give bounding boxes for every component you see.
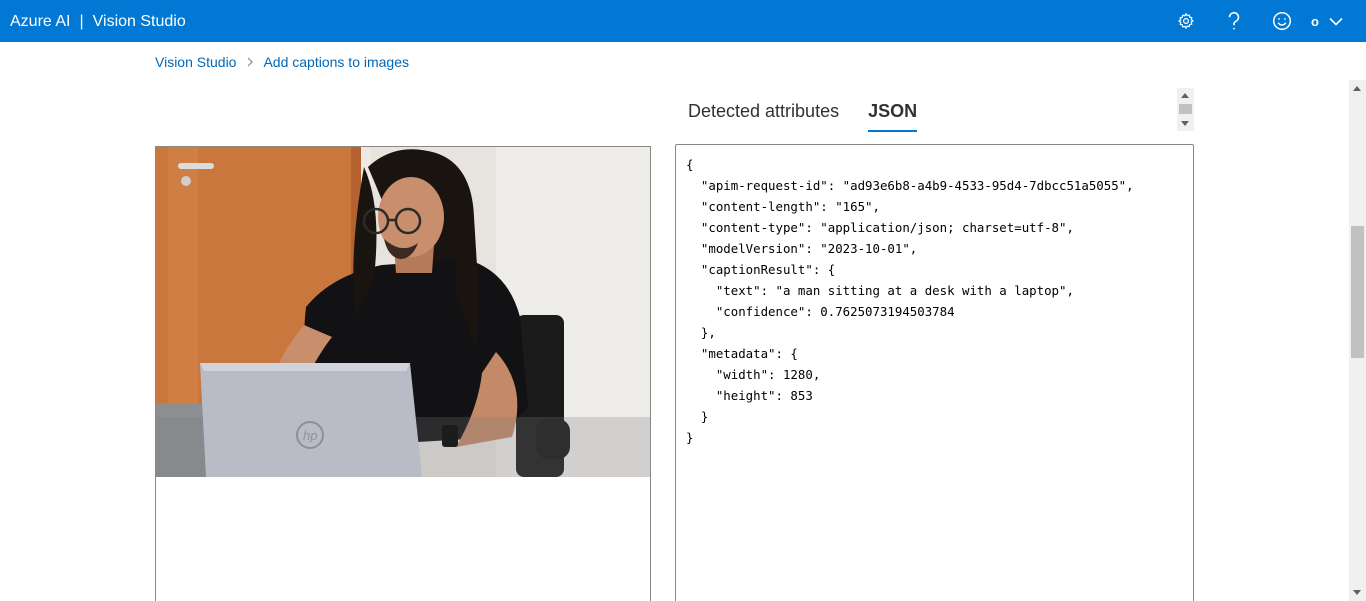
scroll-down-icon[interactable] xyxy=(1353,590,1361,595)
gear-icon[interactable] xyxy=(1174,9,1198,33)
account-menu[interactable]: o xyxy=(1311,9,1343,33)
breadcrumb-vision-studio[interactable]: Vision Studio xyxy=(155,54,236,70)
scroll-down-icon[interactable] xyxy=(1181,121,1189,126)
chevron-right-icon xyxy=(247,57,254,67)
json-line: "height": 853 xyxy=(686,388,813,403)
json-code-block: { "apim-request-id": "ad93e6b8-a4b9-4533… xyxy=(686,154,1134,448)
chevron-down-icon xyxy=(1329,17,1343,26)
top-bar: Azure AI | Vision Studio o xyxy=(0,0,1366,42)
json-line: "text": "a man sitting at a desk with a … xyxy=(686,283,1074,298)
page-scrollbar[interactable] xyxy=(1349,80,1366,601)
json-line: "content-length": "165", xyxy=(686,199,880,214)
json-line: "apim-request-id": "ad93e6b8-a4b9-4533-9… xyxy=(686,178,1134,193)
json-line: }, xyxy=(686,325,716,340)
help-icon[interactable] xyxy=(1222,9,1246,33)
scroll-thumb[interactable] xyxy=(1351,226,1364,358)
uploaded-image: hp xyxy=(156,147,650,477)
tab-detected-attributes[interactable]: Detected attributes xyxy=(688,98,839,132)
json-output-panel[interactable]: { "apim-request-id": "ad93e6b8-a4b9-4533… xyxy=(675,144,1194,601)
account-initial: o xyxy=(1311,13,1319,29)
scroll-thumb[interactable] xyxy=(1179,104,1192,114)
scroll-up-icon[interactable] xyxy=(1181,93,1189,98)
json-line: "content-type": "application/json; chars… xyxy=(686,220,1074,235)
result-tabs: Detected attributes JSON xyxy=(688,98,918,134)
brand-separator: | xyxy=(79,13,84,30)
json-line: } xyxy=(686,430,694,445)
json-line: "confidence": 0.7625073194503784 xyxy=(686,304,955,319)
json-line: } xyxy=(686,409,709,424)
tab-json[interactable]: JSON xyxy=(868,98,918,132)
image-preview-panel: hp xyxy=(155,146,651,601)
brand-name: Azure AI xyxy=(10,13,71,30)
svg-text:hp: hp xyxy=(303,428,317,443)
breadcrumb-add-captions[interactable]: Add captions to images xyxy=(263,54,409,70)
scroll-up-icon[interactable] xyxy=(1353,86,1361,91)
json-line: "captionResult": { xyxy=(686,262,836,277)
app-title[interactable]: Azure AI | Vision Studio xyxy=(10,0,186,42)
json-line: "metadata": { xyxy=(686,346,798,361)
json-line: { xyxy=(686,157,694,172)
smiley-icon[interactable] xyxy=(1270,9,1294,33)
breadcrumb: Vision Studio Add captions to images xyxy=(155,52,409,72)
json-line: "modelVersion": "2023-10-01", xyxy=(686,241,918,256)
product-name: Vision Studio xyxy=(92,13,186,30)
tabs-scrollbar[interactable] xyxy=(1177,88,1194,131)
json-line: "width": 1280, xyxy=(686,367,821,382)
